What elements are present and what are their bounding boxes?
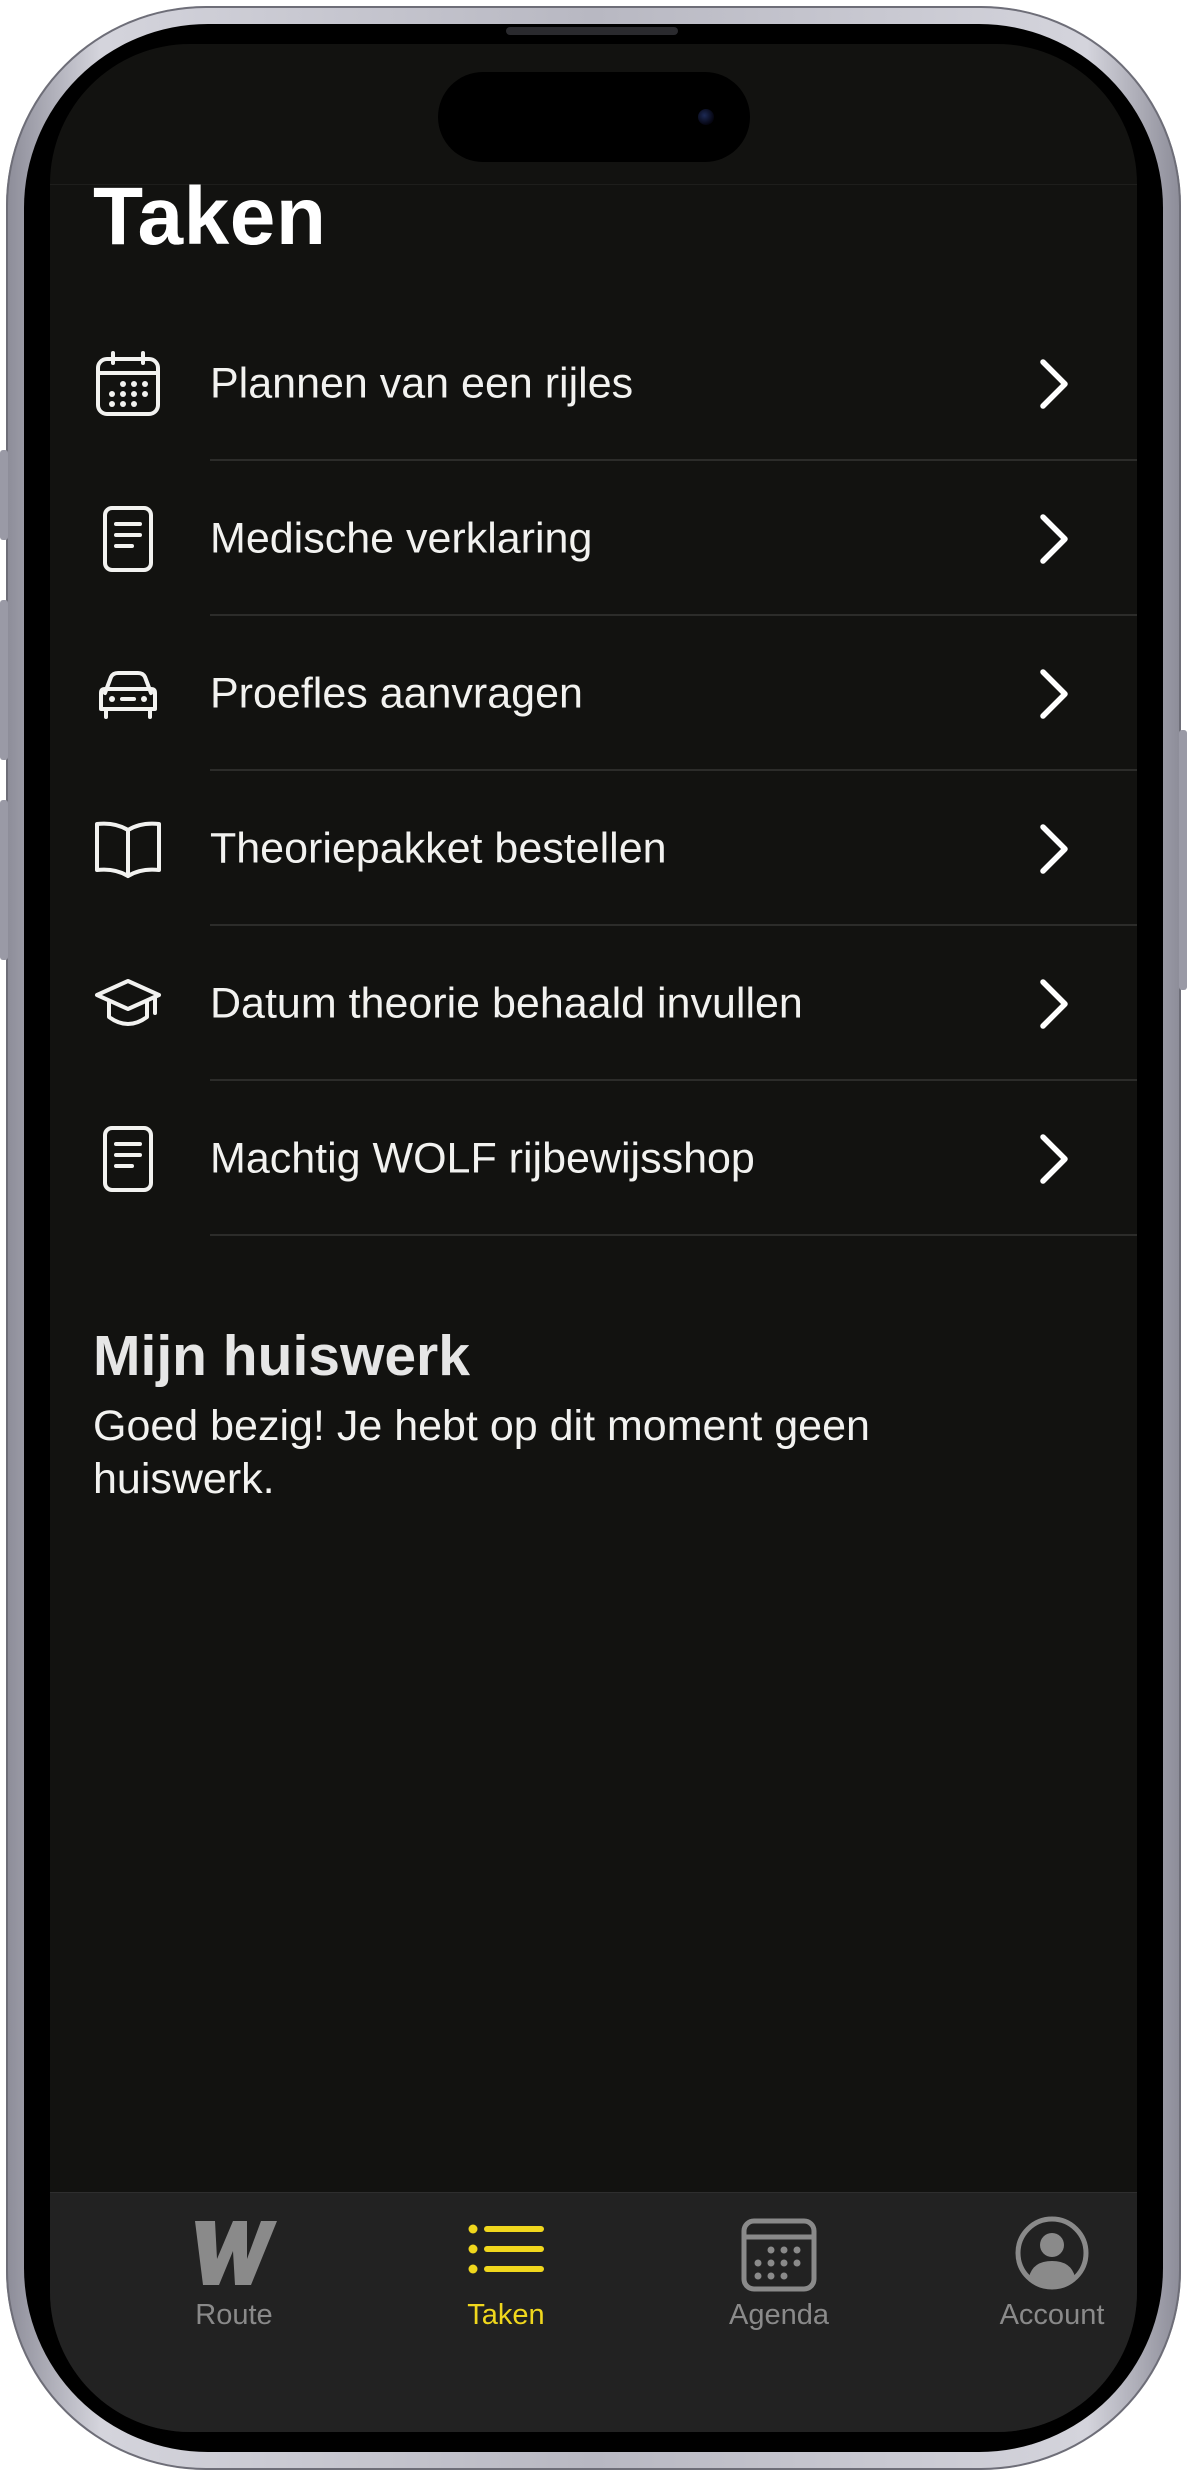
task-label: Medische verklaring [210, 514, 593, 562]
power-button [1179, 730, 1187, 990]
task-label: Datum theorie behaald invullen [210, 979, 803, 1027]
wolf-logo-icon [189, 2213, 279, 2293]
action-button [0, 450, 8, 540]
chevron-right-icon [1033, 511, 1073, 567]
earpiece-speaker [506, 27, 678, 35]
task-item-authorize-wolf[interactable]: Machtig WOLF rijbewijsshop [50, 1081, 1137, 1236]
graduation-cap-icon [93, 969, 163, 1039]
chevron-right-icon [1033, 821, 1073, 877]
row-divider [210, 1234, 1137, 1236]
dynamic-island [438, 72, 750, 162]
front-camera-icon [698, 109, 714, 125]
task-label: Plannen van een rijles [210, 359, 634, 407]
tab-label: Agenda [729, 2299, 829, 2331]
task-item-medical-declaration[interactable]: Medische verklaring [50, 461, 1137, 616]
book-icon [93, 814, 163, 884]
tab-taken[interactable]: Taken [370, 2193, 642, 2393]
account-icon [1007, 2213, 1097, 2293]
task-item-theory-date[interactable]: Datum theorie behaald invullen [50, 926, 1137, 1081]
task-label: Proefles aanvragen [210, 669, 583, 717]
task-list: Plannen van een rijles Medische verklari… [50, 306, 1137, 1236]
tab-label: Account [999, 2299, 1105, 2331]
tab-label: Route [195, 2299, 273, 2331]
page-title: Taken [93, 171, 327, 262]
tab-agenda[interactable]: Agenda [643, 2193, 915, 2393]
homework-empty-message: Goed bezig! Je hebt op dit moment geen h… [93, 1402, 870, 1503]
task-item-trial-lesson[interactable]: Proefles aanvragen [50, 616, 1137, 771]
list-icon [461, 2213, 551, 2293]
task-label: Theoriepakket bestellen [210, 824, 667, 872]
homework-title: Mijn huiswerk [93, 1324, 470, 1388]
app-screen: Taken Plannen van een rijles Medische ve… [50, 44, 1137, 2432]
chevron-right-icon [1033, 356, 1073, 412]
chevron-right-icon [1033, 666, 1073, 722]
car-icon [93, 659, 163, 729]
volume-up-button [0, 600, 8, 760]
homework-section: Mijn huiswerk Goed bezig! Je hebt op dit… [93, 1322, 1093, 1505]
document-icon [93, 1124, 163, 1194]
calendar-icon [93, 349, 163, 419]
tab-label: Taken [467, 2299, 545, 2331]
tab-account[interactable]: Account [916, 2193, 1137, 2393]
tab-route[interactable]: Route [98, 2193, 370, 2393]
task-item-theory-package[interactable]: Theoriepakket bestellen [50, 771, 1137, 926]
tab-bar: Route Taken Agenda Account [50, 2192, 1137, 2432]
calendar-icon [734, 2213, 824, 2293]
task-item-plan-lesson[interactable]: Plannen van een rijles [50, 306, 1137, 461]
chevron-right-icon [1033, 976, 1073, 1032]
volume-down-button [0, 800, 8, 960]
document-icon [93, 504, 163, 574]
chevron-right-icon [1033, 1131, 1073, 1187]
task-label: Machtig WOLF rijbewijsshop [210, 1134, 755, 1182]
